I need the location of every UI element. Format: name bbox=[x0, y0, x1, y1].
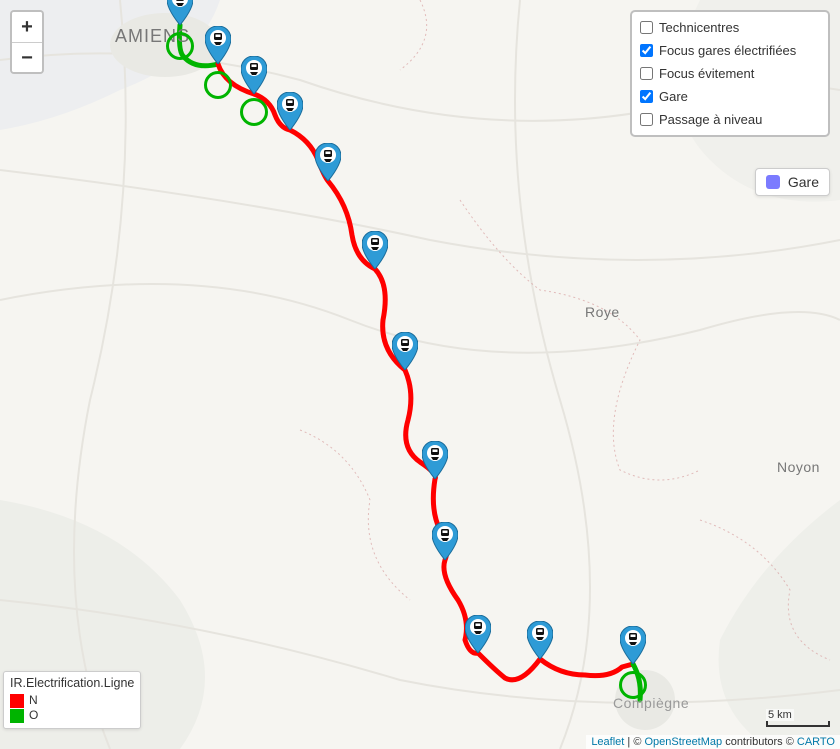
layer-checkbox[interactable] bbox=[640, 113, 653, 126]
layer-label: Focus gares électrifiées bbox=[659, 43, 796, 58]
scale-bar: 5 km bbox=[766, 709, 830, 727]
attribution: Leaflet | © OpenStreetMap contributors ©… bbox=[586, 735, 840, 749]
layer-checkbox[interactable] bbox=[640, 21, 653, 34]
station-marker[interactable] bbox=[167, 0, 193, 25]
layer-checkbox[interactable] bbox=[640, 44, 653, 57]
zoom-control: + − bbox=[10, 10, 44, 74]
attribution-osm-link[interactable]: OpenStreetMap bbox=[644, 736, 722, 748]
layer-toggle[interactable]: Passage à niveau bbox=[638, 108, 824, 131]
map-canvas[interactable]: AMIENS Roye Noyon Compiègne bbox=[0, 0, 840, 749]
legend-row: O bbox=[10, 708, 134, 724]
zoom-in-button[interactable]: + bbox=[12, 12, 42, 42]
station-marker[interactable] bbox=[315, 143, 341, 181]
legend-row: N bbox=[10, 693, 134, 709]
legend-label: Gare bbox=[788, 174, 819, 190]
legend-electrification: IR.Electrification.Ligne N O bbox=[3, 671, 141, 729]
layers-scroll[interactable]: Technicentres Focus gares électrifiées F… bbox=[638, 16, 828, 131]
layer-toggle[interactable]: Gare bbox=[638, 85, 824, 108]
layer-label: Gare bbox=[659, 89, 688, 104]
legend-code: O bbox=[29, 708, 38, 724]
legend-title: IR.Electrification.Ligne bbox=[10, 675, 134, 691]
layer-checkbox[interactable] bbox=[640, 90, 653, 103]
layer-label: Technicentres bbox=[659, 20, 739, 35]
station-marker[interactable] bbox=[465, 615, 491, 653]
legend-swatch-o bbox=[10, 709, 24, 723]
station-marker[interactable] bbox=[241, 56, 267, 94]
station-marker[interactable] bbox=[392, 332, 418, 370]
layer-label: Passage à niveau bbox=[659, 112, 762, 127]
legend-gare: Gare bbox=[755, 168, 830, 196]
layer-toggle[interactable]: Technicentres bbox=[638, 16, 824, 39]
zoom-out-button[interactable]: − bbox=[12, 42, 42, 72]
station-marker[interactable] bbox=[277, 92, 303, 130]
legend-swatch-n bbox=[10, 694, 24, 708]
scale-label: 5 km bbox=[766, 709, 794, 721]
layer-checkbox[interactable] bbox=[640, 67, 653, 80]
station-marker[interactable] bbox=[205, 26, 231, 64]
legend-code: N bbox=[29, 693, 38, 709]
station-marker[interactable] bbox=[527, 621, 553, 659]
layers-panel: Technicentres Focus gares électrifiées F… bbox=[630, 10, 830, 137]
attribution-carto-link[interactable]: CARTO bbox=[797, 736, 835, 748]
station-marker[interactable] bbox=[362, 231, 388, 269]
station-marker[interactable] bbox=[620, 626, 646, 664]
layer-label: Focus évitement bbox=[659, 66, 754, 81]
layer-toggle[interactable]: Focus évitement bbox=[638, 62, 824, 85]
attribution-leaflet-link[interactable]: Leaflet bbox=[591, 736, 624, 748]
station-marker[interactable] bbox=[432, 522, 458, 560]
station-marker[interactable] bbox=[422, 441, 448, 479]
legend-swatch bbox=[766, 175, 780, 189]
layer-toggle[interactable]: Focus gares électrifiées bbox=[638, 39, 824, 62]
scale-line bbox=[766, 721, 830, 727]
